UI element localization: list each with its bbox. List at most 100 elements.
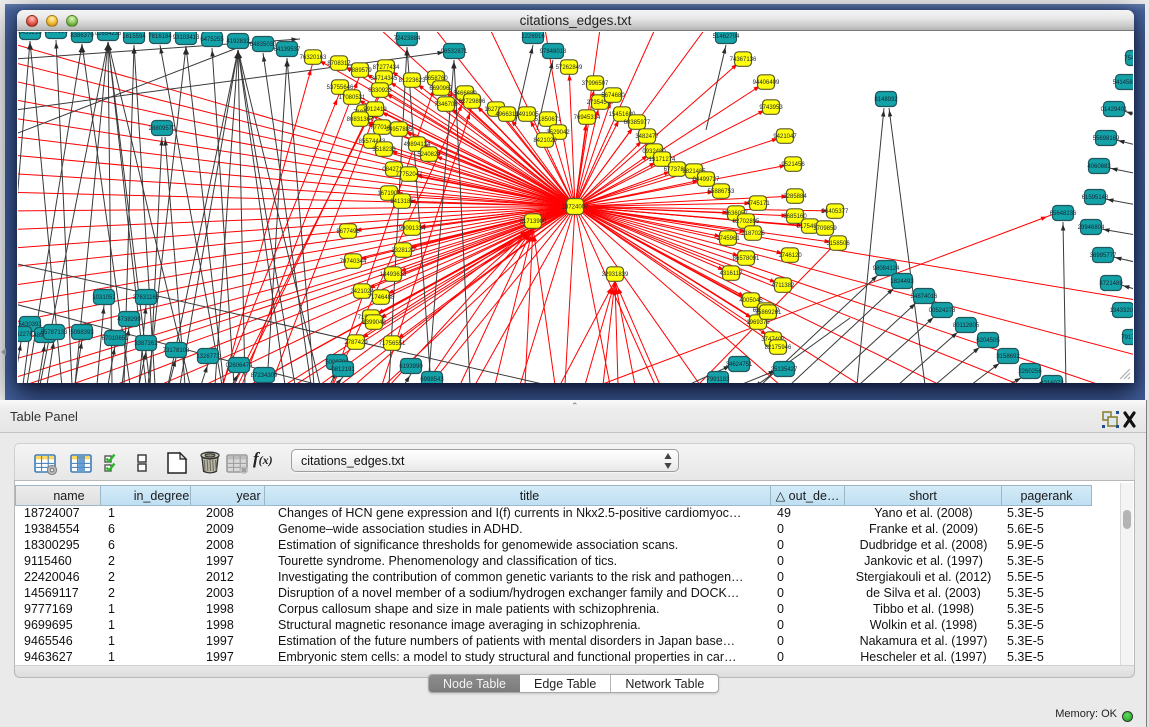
svg-text:34957885: 34957885 bbox=[386, 127, 413, 133]
svg-text:31713900: 31713900 bbox=[520, 219, 547, 225]
svg-text:65787133: 65787133 bbox=[41, 330, 68, 336]
svg-text:34874016: 34874016 bbox=[911, 294, 938, 300]
svg-text:7816184: 7816184 bbox=[148, 34, 172, 40]
svg-text:94406409: 94406409 bbox=[753, 80, 780, 86]
svg-text:1615594: 1615594 bbox=[122, 34, 146, 40]
svg-text:9421047: 9421047 bbox=[773, 134, 797, 140]
svg-text:1745961: 1745961 bbox=[716, 236, 740, 242]
svg-text:3482477: 3482477 bbox=[635, 134, 659, 140]
svg-text:02606474: 02606474 bbox=[226, 363, 253, 369]
svg-text:7917693: 7917693 bbox=[1121, 335, 1133, 341]
svg-text:1399049: 1399049 bbox=[362, 320, 386, 326]
svg-text:9413186: 9413186 bbox=[390, 199, 414, 205]
svg-text:80112805: 80112805 bbox=[953, 323, 980, 329]
svg-text:6690967: 6690967 bbox=[429, 86, 453, 92]
svg-text:6193990: 6193990 bbox=[399, 364, 423, 370]
svg-text:71756551: 71756551 bbox=[379, 341, 406, 347]
svg-text:13493618: 13493618 bbox=[380, 272, 407, 278]
svg-text:8148932: 8148932 bbox=[874, 97, 898, 103]
svg-text:4060883: 4060883 bbox=[1087, 164, 1111, 170]
svg-text:8708317: 8708317 bbox=[327, 61, 351, 67]
svg-text:6998543: 6998543 bbox=[420, 377, 444, 383]
svg-text:01429401: 01429401 bbox=[1101, 107, 1128, 113]
svg-text:7991183: 7991183 bbox=[707, 377, 731, 383]
svg-text:93103413: 93103413 bbox=[173, 35, 200, 41]
svg-text:2328120: 2328120 bbox=[391, 248, 415, 254]
svg-text:61595148: 61595148 bbox=[1082, 195, 1109, 201]
svg-text:71746488: 71746488 bbox=[368, 295, 395, 301]
svg-text:4216073: 4216073 bbox=[1040, 381, 1064, 384]
svg-text:72423884: 72423884 bbox=[394, 36, 421, 42]
svg-text:67010651: 67010651 bbox=[102, 336, 129, 342]
svg-text:32931839: 32931839 bbox=[602, 272, 629, 278]
svg-text:2260256: 2260256 bbox=[1018, 369, 1042, 375]
svg-text:81223623: 81223623 bbox=[399, 78, 426, 84]
svg-text:80831367: 80831367 bbox=[347, 117, 374, 123]
svg-text:98084124: 98084124 bbox=[873, 266, 900, 272]
svg-text:4316117: 4316117 bbox=[720, 271, 744, 277]
svg-text:51850671: 51850671 bbox=[535, 117, 562, 123]
svg-text:87277434: 87277434 bbox=[373, 65, 400, 71]
svg-text:7182278: 7182278 bbox=[18, 332, 33, 338]
svg-text:82175946: 82175946 bbox=[765, 345, 792, 351]
svg-text:25135427: 25135427 bbox=[771, 367, 798, 373]
svg-text:4738299: 4738299 bbox=[117, 317, 141, 323]
svg-text:6204505: 6204505 bbox=[976, 338, 1000, 344]
svg-text:57262849: 57262849 bbox=[556, 65, 583, 71]
svg-text:13433200: 13433200 bbox=[1110, 308, 1133, 314]
svg-text:87234309: 87234309 bbox=[251, 373, 278, 379]
svg-text:5098393: 5098393 bbox=[70, 330, 94, 336]
svg-text:2787429: 2787429 bbox=[344, 340, 368, 346]
svg-text:55698169: 55698169 bbox=[1093, 136, 1120, 142]
svg-text:76945314: 76945314 bbox=[574, 115, 601, 121]
svg-text:6475255: 6475255 bbox=[200, 37, 224, 43]
svg-text:34624751: 34624751 bbox=[726, 362, 753, 368]
svg-text:8421020: 8421020 bbox=[533, 138, 557, 144]
svg-text:1031051: 1031051 bbox=[92, 295, 116, 301]
svg-text:02654235: 02654235 bbox=[95, 32, 122, 37]
svg-text:99091334: 99091334 bbox=[399, 226, 426, 232]
svg-text:3285884: 3285884 bbox=[783, 194, 807, 200]
svg-text:37996507: 37996507 bbox=[582, 81, 609, 87]
svg-text:97848018: 97848018 bbox=[540, 49, 567, 55]
svg-text:3158692: 3158692 bbox=[996, 354, 1020, 360]
svg-text:55886753: 55886753 bbox=[708, 189, 735, 195]
svg-text:1326773: 1326773 bbox=[196, 354, 220, 360]
svg-text:4745171: 4745171 bbox=[746, 201, 770, 207]
svg-text:96532871: 96532871 bbox=[441, 49, 468, 55]
svg-text:36995777: 36995777 bbox=[1090, 253, 1117, 259]
svg-text:7889579: 7889579 bbox=[348, 68, 372, 74]
svg-text:51462704: 51462704 bbox=[713, 34, 740, 40]
svg-text:0330923: 0330923 bbox=[368, 88, 392, 94]
svg-text:34714345: 34714345 bbox=[371, 76, 398, 82]
svg-text:65648236: 65648236 bbox=[1050, 211, 1077, 217]
svg-text:74367136: 74367136 bbox=[730, 57, 757, 63]
svg-text:5674680: 5674680 bbox=[601, 93, 625, 99]
svg-text:3387262: 3387262 bbox=[134, 341, 158, 347]
svg-text:8386379: 8386379 bbox=[70, 33, 94, 39]
svg-text:7187026: 7187026 bbox=[741, 231, 765, 237]
svg-text:4711382: 4711382 bbox=[772, 283, 796, 289]
svg-text:54145868: 54145868 bbox=[1113, 80, 1133, 86]
svg-text:7346706: 7346706 bbox=[434, 102, 458, 108]
svg-text:18724007: 18724007 bbox=[562, 204, 589, 210]
svg-text:1969379: 1969379 bbox=[746, 320, 770, 326]
svg-text:86578091: 86578091 bbox=[733, 256, 760, 262]
svg-text:75869261: 75869261 bbox=[755, 310, 782, 316]
svg-text:9521456: 9521456 bbox=[781, 162, 805, 168]
svg-text:7543303: 7543303 bbox=[1124, 56, 1133, 62]
svg-text:8721489: 8721489 bbox=[1099, 281, 1123, 287]
svg-text:96405377: 96405377 bbox=[822, 209, 849, 215]
svg-text:28809570: 28809570 bbox=[149, 126, 176, 132]
svg-text:4192832: 4192832 bbox=[226, 39, 250, 45]
svg-text:0812191: 0812191 bbox=[331, 367, 355, 373]
svg-text:62702895: 62702895 bbox=[733, 219, 760, 225]
svg-text:1226916: 1226916 bbox=[521, 34, 545, 40]
svg-text:1746120: 1746120 bbox=[778, 253, 802, 259]
svg-text:00524278: 00524278 bbox=[929, 308, 956, 314]
svg-text:9743953: 9743953 bbox=[759, 105, 783, 111]
svg-text:1824493: 1824493 bbox=[890, 279, 914, 285]
svg-text:0433218: 0433218 bbox=[18, 32, 42, 36]
svg-text:3709859: 3709859 bbox=[813, 226, 837, 232]
svg-text:9600133: 9600133 bbox=[44, 32, 68, 35]
